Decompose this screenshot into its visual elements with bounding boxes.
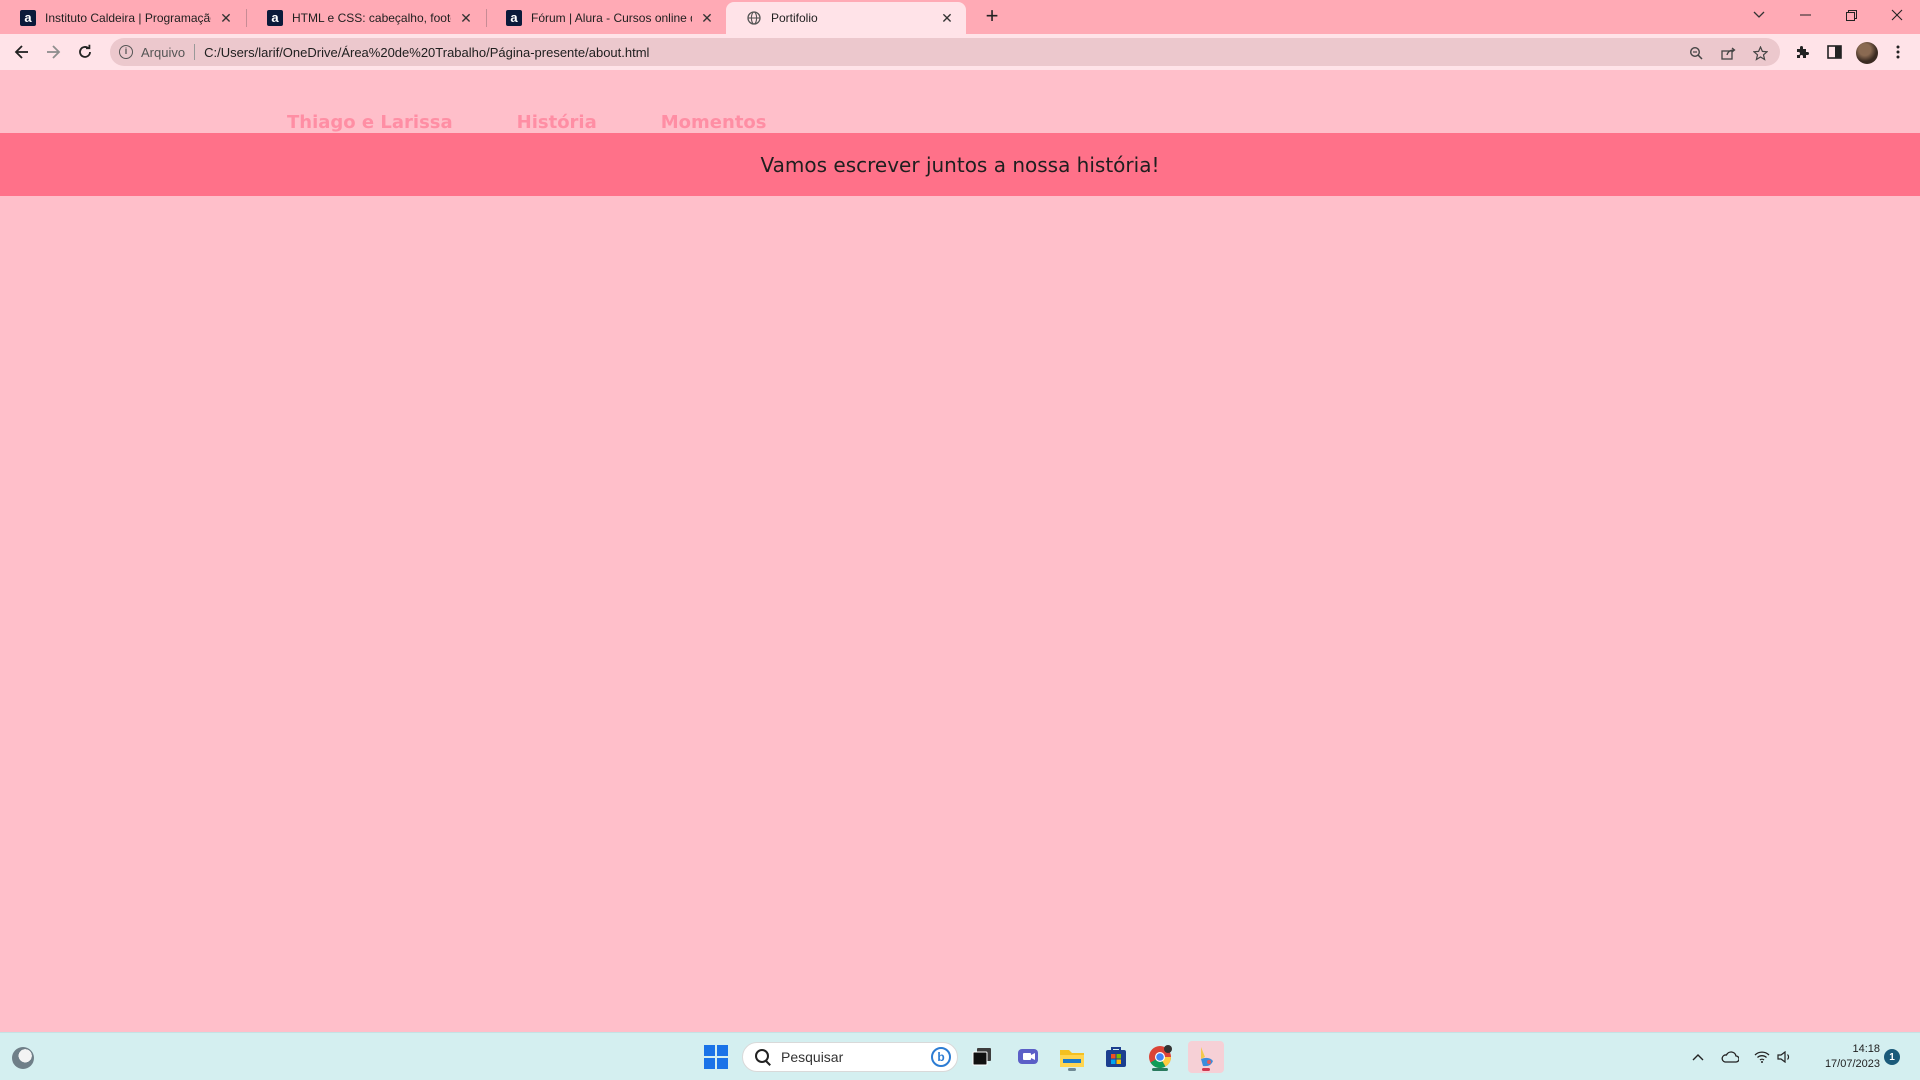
clock-time: 14:18 <box>1852 1043 1880 1055</box>
taskbar: Pesquisar b 14:18 17/07/2023 1 <box>0 1032 1920 1080</box>
extensions-icon[interactable] <box>1792 42 1812 62</box>
tab-search-icon[interactable] <box>1736 0 1782 30</box>
search-placeholder: Pesquisar <box>781 1049 844 1065</box>
nav-link-historia[interactable]: História <box>517 112 597 133</box>
bookmark-star-icon[interactable] <box>1752 45 1768 61</box>
tab-instituto-caldeira[interactable]: a Instituto Caldeira | Programação ✕ <box>0 2 245 34</box>
tab-title: Instituto Caldeira | Programação <box>45 11 211 25</box>
zoom-icon[interactable] <box>1688 45 1704 61</box>
taskbar-clock[interactable]: 14:18 17/07/2023 <box>1800 1042 1880 1072</box>
running-indicator <box>1202 1068 1210 1071</box>
tab-title: HTML e CSS: cabeçalho, footer e <box>292 11 451 25</box>
alura-icon: a <box>506 10 522 26</box>
wifi-icon[interactable] <box>1750 1033 1774 1080</box>
alura-icon: a <box>20 10 36 26</box>
web-page: Thiago e Larissa História Momentos Vamos… <box>0 70 1920 1032</box>
address-scheme-label: Arquivo <box>141 44 186 60</box>
tab-title: Portifolio <box>771 11 818 25</box>
address-divider <box>194 44 196 60</box>
reload-icon[interactable] <box>72 39 98 65</box>
site-nav: Thiago e Larissa História Momentos <box>287 112 831 133</box>
address-url[interactable]: C:/Users/larif/OneDrive/Área%20de%20Trab… <box>204 45 649 60</box>
volume-icon[interactable] <box>1774 1033 1796 1080</box>
close-window-icon[interactable] <box>1874 0 1920 30</box>
file-explorer-icon[interactable] <box>1056 1041 1088 1073</box>
show-hidden-icons-chevron-up-icon[interactable] <box>1688 1033 1708 1080</box>
tab-strip: a Instituto Caldeira | Programação ✕ a H… <box>0 0 1920 34</box>
globe-icon <box>746 10 762 26</box>
tab-title: Fórum | Alura - Cursos online de <box>531 11 692 25</box>
microsoft-store-icon[interactable] <box>1100 1041 1132 1073</box>
widgets-icon[interactable] <box>12 1047 34 1069</box>
chrome-icon[interactable] <box>1144 1041 1176 1073</box>
menu-kebab-icon[interactable] <box>1888 42 1908 62</box>
close-icon[interactable]: ✕ <box>698 9 716 27</box>
running-indicator <box>1152 1068 1168 1071</box>
windows-logo-icon <box>704 1045 728 1069</box>
close-icon[interactable]: ✕ <box>938 9 956 27</box>
profile-avatar[interactable] <box>1856 42 1878 64</box>
side-panel-icon[interactable] <box>1824 42 1844 62</box>
restore-icon[interactable] <box>1828 0 1874 30</box>
close-icon[interactable]: ✕ <box>457 9 475 27</box>
browser-toolbar: i Arquivo C:/Users/larif/OneDrive/Área%2… <box>0 34 1920 70</box>
banner-text: Vamos escrever juntos a nossa história! <box>760 152 1160 177</box>
taskbar-search[interactable]: Pesquisar b <box>742 1042 958 1072</box>
address-bar[interactable]: i Arquivo C:/Users/larif/OneDrive/Área%2… <box>110 38 1780 66</box>
start-button[interactable] <box>700 1041 732 1073</box>
bing-icon[interactable]: b <box>931 1047 951 1067</box>
forward-icon[interactable] <box>40 39 66 65</box>
paint-app-icon[interactable] <box>1188 1041 1224 1073</box>
close-icon[interactable]: ✕ <box>217 9 235 27</box>
tab-forum-alura[interactable]: a Fórum | Alura - Cursos online de ✕ <box>486 2 726 34</box>
info-icon[interactable]: i <box>119 45 133 59</box>
teams-chat-icon[interactable] <box>1012 1041 1044 1073</box>
tab-portifolio[interactable]: Portifolio ✕ <box>726 2 966 34</box>
nav-link-thiago-e-larissa[interactable]: Thiago e Larissa <box>287 112 453 133</box>
tab-html-css[interactable]: a HTML e CSS: cabeçalho, footer e ✕ <box>247 2 485 34</box>
clock-date: 17/07/2023 <box>1824 1058 1880 1070</box>
nav-link-momentos[interactable]: Momentos <box>661 112 767 133</box>
new-tab-button[interactable]: + <box>978 5 1006 29</box>
onedrive-cloud-icon[interactable] <box>1718 1033 1742 1080</box>
task-view-icon[interactable] <box>966 1041 998 1073</box>
back-icon[interactable] <box>9 39 35 65</box>
alura-icon: a <box>267 10 283 26</box>
share-icon[interactable] <box>1720 45 1736 61</box>
running-indicator <box>1068 1068 1076 1071</box>
hero-banner: Vamos escrever juntos a nossa história! <box>0 133 1920 196</box>
search-icon <box>755 1049 771 1065</box>
minimize-icon[interactable] <box>1782 0 1828 30</box>
notification-badge[interactable]: 1 <box>1884 1049 1900 1065</box>
